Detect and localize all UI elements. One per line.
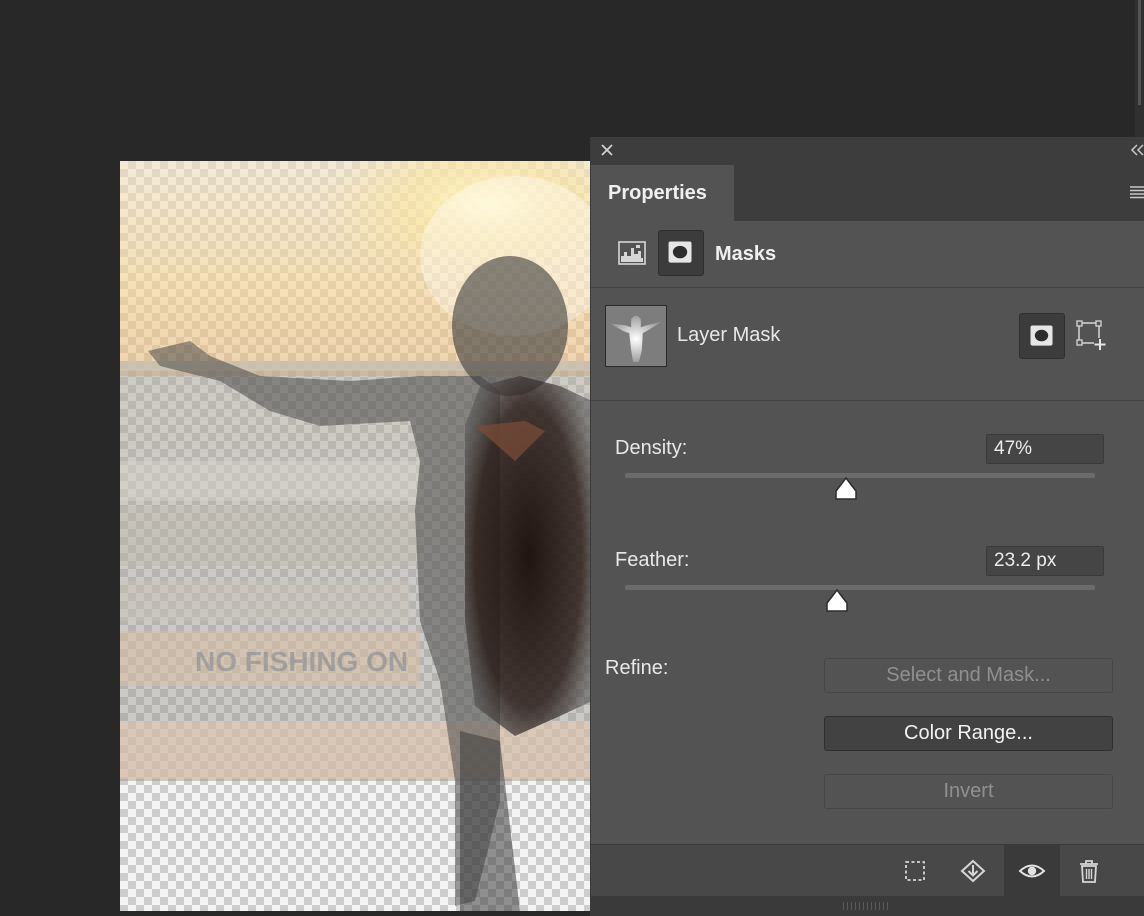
double-chevron-left-icon[interactable] [1130, 142, 1144, 158]
mask-type-row: Masks [591, 221, 1144, 288]
layer-mask-label: Layer Mask [677, 324, 781, 346]
feather-label: Feather: [615, 549, 690, 571]
vector-mask-toggle[interactable] [658, 230, 704, 276]
select-and-mask-button[interactable]: Select and Mask... [824, 658, 1113, 693]
tab-properties-label: Properties [608, 181, 707, 204]
panel-tab-row: Properties [591, 165, 1144, 221]
eye-icon [1018, 864, 1046, 878]
toggle-mask-visibility-button[interactable] [1004, 845, 1060, 897]
density-input[interactable] [986, 434, 1104, 464]
resize-grip[interactable] [843, 902, 891, 910]
feather-slider[interactable] [625, 585, 1095, 590]
properties-panel: Properties Masks Layer Mask Density: 47%… [590, 137, 1144, 916]
section-title-masks: Masks [715, 243, 777, 265]
density-slider-thumb[interactable] [833, 476, 859, 502]
tab-properties[interactable]: Properties [591, 165, 734, 221]
apply-mask-diamond-icon[interactable] [959, 857, 987, 885]
refine-label: Refine: [605, 657, 669, 679]
select-pixel-mask-button[interactable] [1019, 313, 1065, 359]
panel-resize-footer [591, 896, 1144, 916]
density-label: Density: [615, 437, 688, 459]
panel-bottom-toolbar [591, 844, 1144, 897]
dashed-selection-icon[interactable] [901, 857, 929, 885]
layer-mask-thumbnail[interactable] [605, 305, 667, 367]
svg-text:NO FISHING ON: NO FISHING ON [195, 646, 408, 677]
apply-mask-icon [1030, 325, 1053, 346]
close-icon[interactable] [599, 142, 615, 158]
invert-button[interactable]: Invert [824, 774, 1113, 809]
feather-slider-thumb[interactable] [824, 588, 850, 614]
density-slider[interactable] [625, 473, 1095, 478]
document-canvas[interactable]: NO FISHING ON [120, 161, 592, 911]
hamburger-menu-icon[interactable] [1130, 185, 1144, 199]
trash-icon[interactable] [1075, 857, 1103, 885]
layer-mask-row: Layer Mask [591, 288, 1144, 401]
masked-photo: NO FISHING ON [120, 161, 592, 911]
vector-mask-icon [668, 241, 692, 263]
panel-title-bar [591, 137, 1144, 165]
pixel-mask-icon[interactable] [617, 238, 647, 268]
mask-thumbnail-image [606, 306, 666, 366]
vector-mask-add-icon[interactable] [1076, 320, 1108, 352]
feather-input[interactable] [986, 546, 1104, 576]
right-panel-scroll-strip [1135, 0, 1144, 138]
color-range-button[interactable]: Color Range... [824, 716, 1113, 751]
